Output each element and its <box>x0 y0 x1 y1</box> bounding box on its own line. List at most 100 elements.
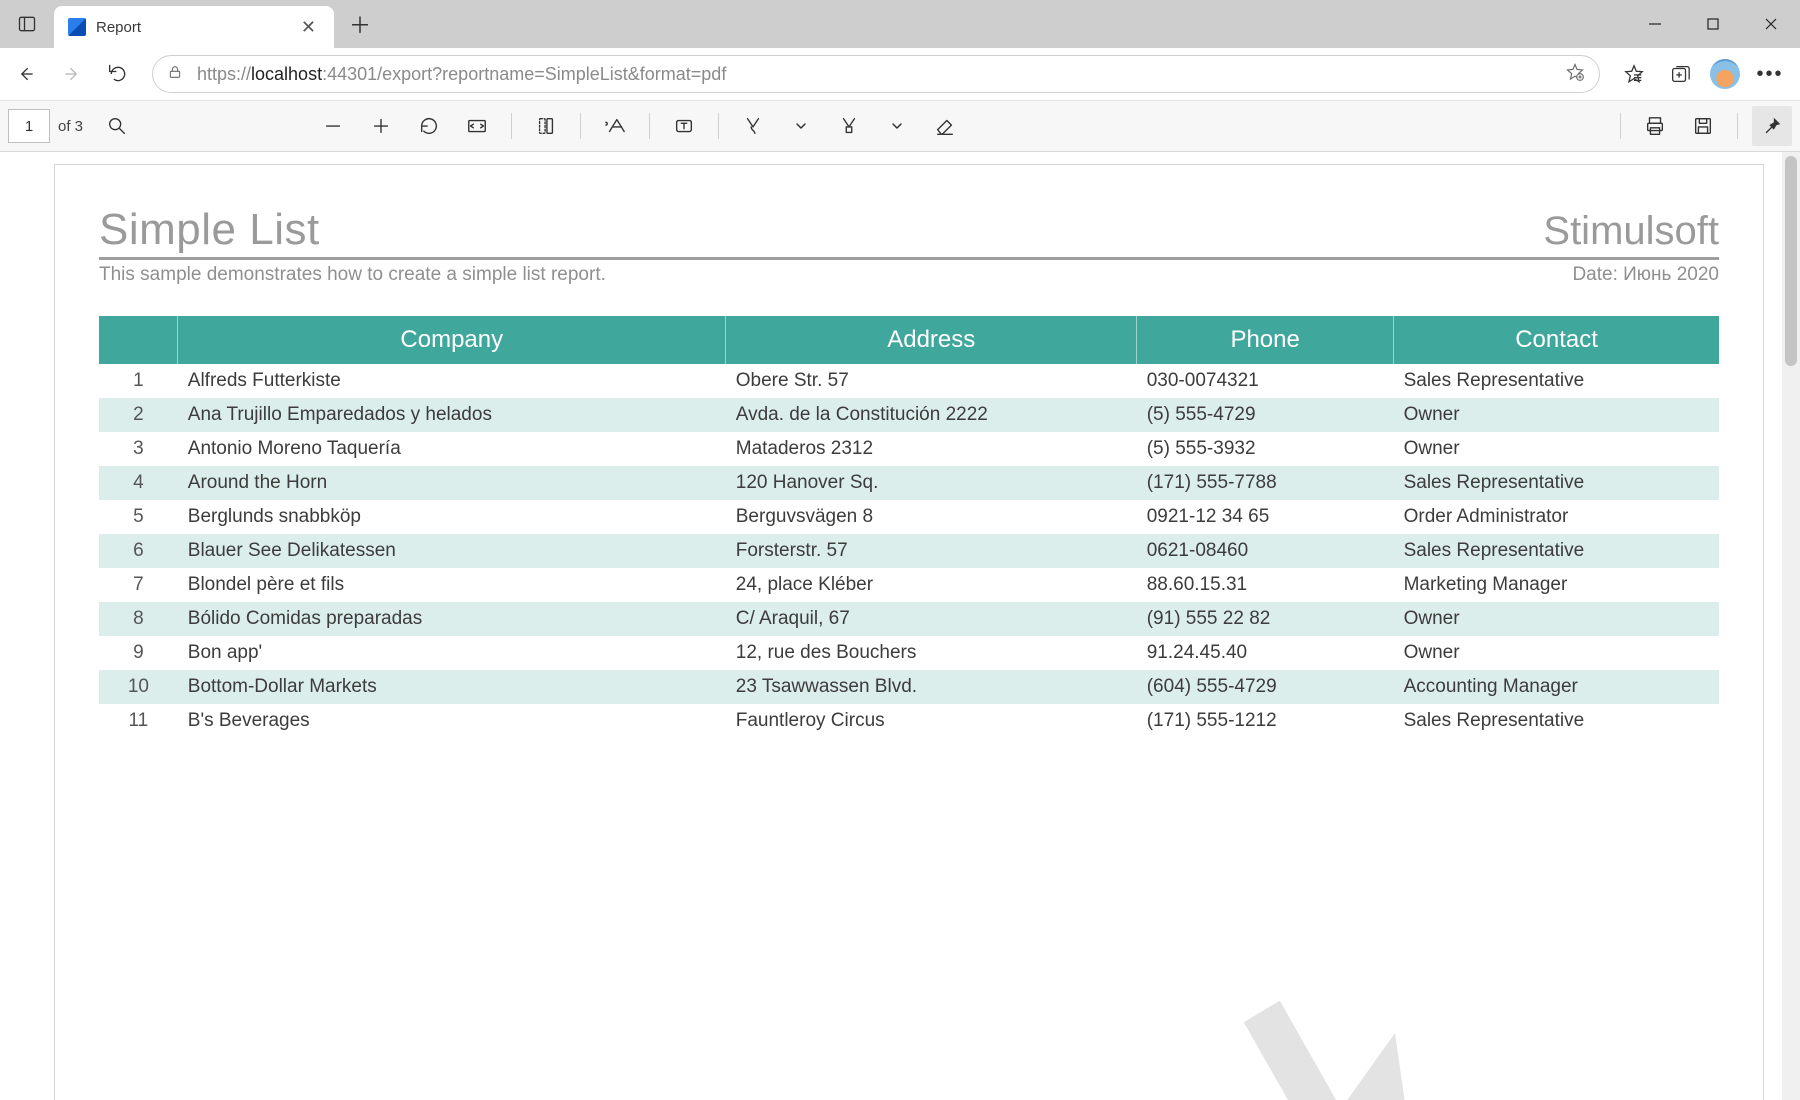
cell-num: 3 <box>99 432 178 466</box>
cell-company: Antonio Moreno Taquería <box>178 432 726 466</box>
pin-toolbar-button[interactable] <box>1752 106 1792 146</box>
tab-actions-icon[interactable] <box>0 0 54 48</box>
cell-address: Berguvsvägen 8 <box>726 500 1137 534</box>
cell-company: Ana Trujillo Emparedados y helados <box>178 398 726 432</box>
cell-company: B's Beverages <box>178 704 726 738</box>
cell-phone: 91.24.45.40 <box>1137 636 1394 670</box>
table-row: 6Blauer See DelikatessenForsterstr. 5706… <box>99 534 1719 568</box>
tab-title: Report <box>96 19 295 36</box>
separator <box>718 113 719 139</box>
cell-num: 11 <box>99 704 178 738</box>
add-text-button[interactable] <box>664 106 704 146</box>
cell-address: 23 Tsawwassen Blvd. <box>726 670 1137 704</box>
pdf-toolbar: of 3 <box>0 100 1800 152</box>
page-number-input[interactable] <box>8 109 50 143</box>
cell-address: C/ Araquil, 67 <box>726 602 1137 636</box>
cell-company: Around the Horn <box>178 466 726 500</box>
cell-company: Blondel père et fils <box>178 568 726 602</box>
cell-contact: Owner <box>1394 432 1719 466</box>
table-row: 11B's BeveragesFauntleroy Circus(171) 55… <box>99 704 1719 738</box>
col-address-header: Address <box>726 316 1137 364</box>
find-button[interactable] <box>97 106 137 146</box>
close-tab-button[interactable]: ✕ <box>295 15 322 40</box>
report-title: Simple List <box>99 205 320 255</box>
data-table: Company Address Phone Contact 1Alfreds F… <box>99 316 1719 738</box>
new-tab-button[interactable]: ＋ <box>340 4 380 44</box>
add-favorite-icon[interactable] <box>1561 62 1589 87</box>
cell-num: 10 <box>99 670 178 704</box>
back-button[interactable] <box>4 52 48 96</box>
url-input[interactable]: https://localhost:44301/export?reportnam… <box>152 55 1600 93</box>
cell-phone: 88.60.15.31 <box>1137 568 1394 602</box>
table-row: 10Bottom-Dollar Markets23 Tsawwassen Blv… <box>99 670 1719 704</box>
cell-company: Berglunds snabbköp <box>178 500 726 534</box>
highlight-options-button[interactable] <box>877 106 917 146</box>
table-row: 8Bólido Comidas preparadasC/ Araquil, 67… <box>99 602 1719 636</box>
cell-phone: (91) 555 22 82 <box>1137 602 1394 636</box>
vertical-scrollbar[interactable] <box>1782 152 1800 1100</box>
print-button[interactable] <box>1635 106 1675 146</box>
read-aloud-button[interactable] <box>595 106 635 146</box>
profile-avatar[interactable] <box>1710 59 1740 89</box>
close-window-button[interactable] <box>1742 0 1800 48</box>
report-brand: Stimulsoft <box>1543 209 1719 254</box>
cell-contact: Accounting Manager <box>1394 670 1719 704</box>
cell-address: Mataderos 2312 <box>726 432 1137 466</box>
separator <box>1737 113 1738 139</box>
cell-contact: Order Administrator <box>1394 500 1719 534</box>
refresh-button[interactable] <box>96 52 140 96</box>
cell-address: Forsterstr. 57 <box>726 534 1137 568</box>
report-date: Date: Июнь 2020 <box>1572 264 1719 286</box>
table-row: 9Bon app'12, rue des Bouchers91.24.45.40… <box>99 636 1719 670</box>
page-view-button[interactable] <box>526 106 566 146</box>
rotate-button[interactable] <box>409 106 449 146</box>
window-controls <box>1626 0 1800 48</box>
favorites-icon[interactable] <box>1612 52 1656 96</box>
cell-contact: Sales Representative <box>1394 364 1719 398</box>
forward-button[interactable] <box>50 52 94 96</box>
save-button[interactable] <box>1683 106 1723 146</box>
url-proto: https:// <box>197 64 251 84</box>
cell-address: Obere Str. 57 <box>726 364 1137 398</box>
highlight-button[interactable] <box>829 106 869 146</box>
cell-num: 6 <box>99 534 178 568</box>
erase-button[interactable] <box>925 106 965 146</box>
col-contact-header: Contact <box>1394 316 1719 364</box>
pdf-page[interactable]: Simple List Stimulsoft This sample demon… <box>54 164 1764 1100</box>
cell-num: 4 <box>99 466 178 500</box>
cell-phone: 030-0074321 <box>1137 364 1394 398</box>
cell-phone: 0921-12 34 65 <box>1137 500 1394 534</box>
cell-address: Avda. de la Constitución 2222 <box>726 398 1137 432</box>
cell-address: 120 Hanover Sq. <box>726 466 1137 500</box>
cell-num: 8 <box>99 602 178 636</box>
zoom-in-button[interactable] <box>361 106 401 146</box>
browser-tab[interactable]: Report ✕ <box>54 6 334 48</box>
separator <box>511 113 512 139</box>
cell-contact: Marketing Manager <box>1394 568 1719 602</box>
cell-contact: Owner <box>1394 636 1719 670</box>
cell-company: Alfreds Futterkiste <box>178 364 726 398</box>
maximize-button[interactable] <box>1684 0 1742 48</box>
cell-address: Fauntleroy Circus <box>726 704 1137 738</box>
table-row: 5Berglunds snabbköpBerguvsvägen 80921-12… <box>99 500 1719 534</box>
cell-contact: Sales Representative <box>1394 704 1719 738</box>
table-row: 3Antonio Moreno TaqueríaMataderos 2312(5… <box>99 432 1719 466</box>
cell-phone: (604) 555-4729 <box>1137 670 1394 704</box>
draw-button[interactable] <box>733 106 773 146</box>
separator <box>580 113 581 139</box>
collections-icon[interactable] <box>1658 52 1702 96</box>
scrollbar-thumb[interactable] <box>1785 156 1797 366</box>
zoom-out-button[interactable] <box>313 106 353 146</box>
cell-company: Blauer See Delikatessen <box>178 534 726 568</box>
minimize-button[interactable] <box>1626 0 1684 48</box>
cell-phone: (5) 555-4729 <box>1137 398 1394 432</box>
table-row: 7Blondel père et fils24, place Kléber88.… <box>99 568 1719 602</box>
titlebar: Report ✕ ＋ <box>0 0 1800 48</box>
separator <box>1620 113 1621 139</box>
draw-options-button[interactable] <box>781 106 821 146</box>
table-row: 1Alfreds FutterkisteObere Str. 57030-007… <box>99 364 1719 398</box>
fit-width-button[interactable] <box>457 106 497 146</box>
cell-phone: (171) 555-1212 <box>1137 704 1394 738</box>
more-menu-button[interactable]: ••• <box>1748 52 1792 96</box>
table-row: 4Around the Horn120 Hanover Sq.(171) 555… <box>99 466 1719 500</box>
